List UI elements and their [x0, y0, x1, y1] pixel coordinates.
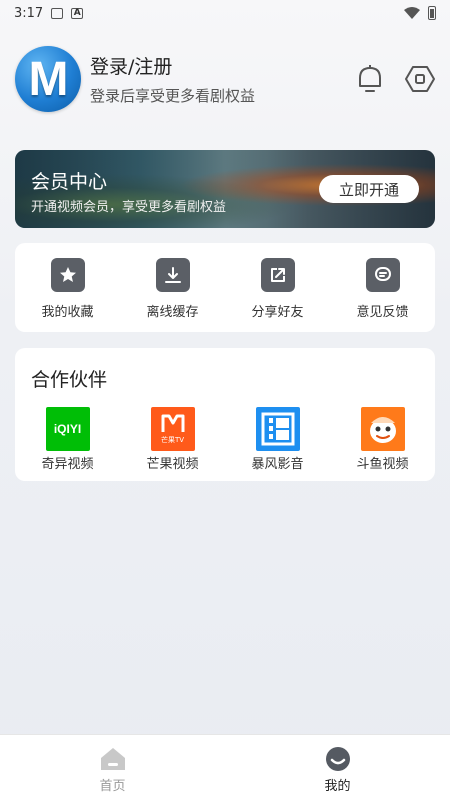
status-time: 3:17 — [14, 5, 44, 21]
nav-item-mine[interactable]: 我的 — [225, 735, 450, 800]
partner-label: 芒果视频 — [146, 457, 199, 472]
partner-label: 斗鱼视频 — [356, 457, 409, 472]
partner-douyu[interactable]: 斗鱼视频 — [330, 407, 435, 472]
vip-subtitle: 开通视频会员，享受更多看剧权益 — [31, 200, 227, 215]
nav-label-home: 首页 — [99, 779, 126, 794]
offline-cache-button[interactable]: 离线缓存 — [120, 243, 225, 332]
bell-icon[interactable] — [355, 64, 385, 94]
vip-banner[interactable]: 会员中心 开通视频会员，享受更多看剧权益 立即开通 — [15, 150, 435, 228]
a-notification-icon: A — [71, 7, 84, 19]
battery-icon — [428, 6, 436, 20]
action-label: 意见反馈 — [356, 305, 409, 320]
feedback-button[interactable]: 意见反馈 — [330, 243, 435, 332]
partner-label: 暴风影音 — [251, 457, 304, 472]
open-vip-button[interactable]: 立即开通 — [319, 175, 419, 203]
feedback-icon — [365, 258, 400, 292]
profile-header: M 登录/注册 登录后享受更多看剧权益 — [15, 44, 435, 114]
mango-logo-text: 芒果TV — [160, 435, 185, 444]
nav-item-home[interactable]: 首页 — [0, 735, 225, 800]
settings-icon[interactable] — [405, 64, 435, 94]
quick-actions-card: 我的收藏 离线缓存 分享好友 意见反馈 — [15, 243, 435, 332]
iqiyi-logo-text: iQIYI — [53, 422, 82, 436]
home-icon — [100, 748, 125, 770]
download-icon — [155, 258, 190, 292]
wifi-icon — [404, 7, 420, 19]
login-subtitle: 登录后享受更多看剧权益 — [90, 87, 256, 105]
login-register-title[interactable]: 登录/注册 — [90, 52, 255, 79]
share-icon — [260, 258, 295, 292]
mango-tv-logo-icon: 芒果TV — [150, 407, 195, 451]
profile-icon — [325, 747, 350, 771]
avatar-letter: M — [28, 52, 69, 106]
baofeng-logo-icon — [255, 407, 300, 451]
partner-mango[interactable]: 芒果TV 芒果视频 — [120, 407, 225, 472]
iqiyi-logo-icon: iQIYI — [45, 407, 90, 451]
status-bar: 3:17 A — [0, 0, 450, 26]
image-notification-icon — [51, 7, 64, 19]
action-label: 我的收藏 — [41, 305, 94, 320]
action-label: 离线缓存 — [146, 305, 199, 320]
partner-baofeng[interactable]: 暴风影音 — [225, 407, 330, 472]
partners-card: 合作伙伴 iQIYI 奇异视频 芒果TV 芒果视频 暴风影音 斗鱼视频 — [15, 348, 435, 481]
vip-title: 会员中心 — [31, 171, 108, 193]
nav-label-mine: 我的 — [324, 779, 351, 794]
partners-title: 合作伙伴 — [31, 369, 108, 391]
star-icon — [50, 258, 85, 292]
action-label: 分享好友 — [251, 305, 304, 320]
favorites-button[interactable]: 我的收藏 — [15, 243, 120, 332]
partner-iqiyi[interactable]: iQIYI 奇异视频 — [15, 407, 120, 472]
douyu-logo-icon — [360, 407, 405, 451]
partner-label: 奇异视频 — [41, 457, 94, 472]
avatar[interactable]: M — [15, 46, 81, 112]
share-friends-button[interactable]: 分享好友 — [225, 243, 330, 332]
bottom-nav: 首页 我的 — [0, 734, 450, 800]
login-prompt[interactable]: 登录/注册 登录后享受更多看剧权益 — [90, 52, 255, 106]
